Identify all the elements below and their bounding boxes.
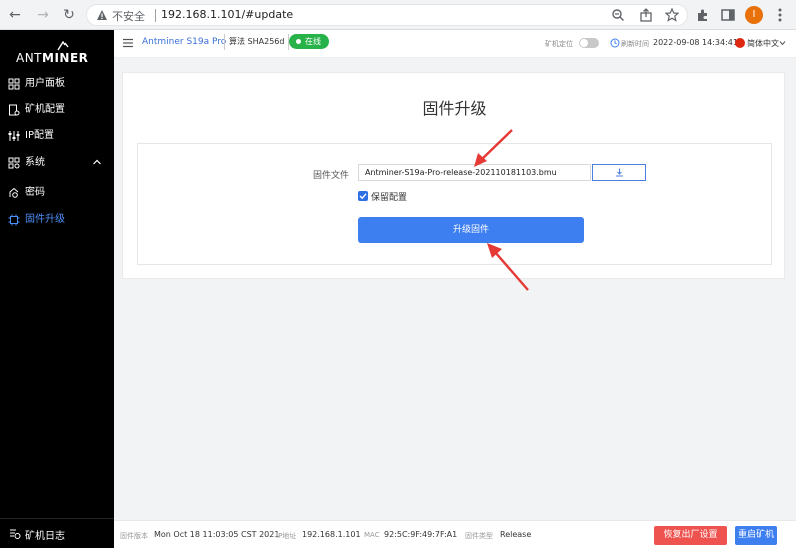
password-icon xyxy=(9,187,19,198)
firmware-version-label: 固件版本 xyxy=(120,532,148,540)
firmware-form: 固件文件 Antminer-S19a-Pro-release-202110181… xyxy=(137,143,772,265)
miner-config-icon xyxy=(9,104,20,116)
logo-prefix: ANT xyxy=(16,51,43,65)
refresh-label: 刷新时间 xyxy=(621,40,649,48)
page-title: 固件升级 xyxy=(422,99,487,118)
hamburger-menu-icon[interactable] xyxy=(122,37,134,49)
top-header: Antminer S19a Pro 算法 SHA256d 在线 矿机定位 刷新时… xyxy=(114,30,796,58)
ip-config-icon xyxy=(8,131,20,141)
url-text[interactable]: 192.168.1.101/#update xyxy=(161,8,293,21)
sidebar-item-firmware-upgrade[interactable]: 固件升级 xyxy=(0,209,114,231)
firmware-type-label: 固件类型 xyxy=(465,532,493,540)
ip-label: IP地址 xyxy=(276,532,297,540)
forward-icon[interactable]: → xyxy=(34,6,52,24)
sidebar-item-label: 系统 xyxy=(25,157,45,168)
system-icon xyxy=(8,157,20,169)
sidebar: ANTMINER 用户面板 矿机配置 IP配置 系统 密码 固件升级 矿机日志 xyxy=(0,30,114,548)
refresh-time: 2022-09-08 14:34:41 xyxy=(653,38,738,47)
factory-reset-button[interactable]: 恢复出厂设置 xyxy=(654,526,727,545)
divider xyxy=(155,9,156,22)
chevron-down-icon[interactable] xyxy=(779,40,786,46)
dashboard-icon xyxy=(8,78,20,90)
reboot-button[interactable]: 重启矿机 xyxy=(735,526,777,545)
more-menu-icon[interactable] xyxy=(772,7,788,23)
upgrade-firmware-button[interactable]: 升级固件 xyxy=(358,217,584,243)
sidebar-item-label: 固件升级 xyxy=(25,214,65,225)
sidebar-item-system[interactable]: 系统 xyxy=(0,152,114,174)
firmware-version-value: Mon Oct 18 11:03:05 CST 2021 xyxy=(154,530,280,539)
sidebar-item-label: 用户面板 xyxy=(25,78,65,89)
china-flag-icon xyxy=(735,38,745,48)
keep-settings-checkbox[interactable] xyxy=(358,191,368,201)
extensions-icon[interactable] xyxy=(695,7,711,23)
ip-value: 192.168.1.101 xyxy=(302,530,361,539)
logo-suffix: MINER xyxy=(42,51,89,65)
language-selector[interactable]: 简体中文 xyxy=(747,38,779,49)
refresh-icon[interactable] xyxy=(610,38,620,48)
status-footer: 固件版本 Mon Oct 18 11:03:05 CST 2021 IP地址 1… xyxy=(114,520,796,548)
firmware-file-label: 固件文件 xyxy=(313,171,350,181)
sidebar-item-label: 密码 xyxy=(25,187,45,198)
mac-label: MAC xyxy=(364,531,380,539)
locate-label: 矿机定位 xyxy=(545,40,573,48)
address-bar[interactable]: 不安全 192.168.1.101/#update xyxy=(86,4,688,26)
sidebar-item-miner-config[interactable]: 矿机配置 xyxy=(0,99,114,121)
logo-mark-icon xyxy=(57,41,69,51)
mac-value: 92:5C:9F:49:7F:A1 xyxy=(384,530,458,539)
browser-toolbar: ← → ↻ 不安全 192.168.1.101/#update I xyxy=(0,0,796,30)
main-content: 固件升级 固件文件 Antminer-S19a-Pro-release-2021… xyxy=(114,58,796,520)
keep-settings-label[interactable]: 保留配置 xyxy=(371,190,407,203)
side-panel-icon[interactable] xyxy=(720,7,736,23)
checkmark-icon xyxy=(359,193,367,200)
antminer-logo: ANTMINER xyxy=(16,41,108,66)
sidebar-item-label: IP配置 xyxy=(25,130,54,141)
algorithm-badge: 算法 SHA256d xyxy=(224,34,290,50)
reload-icon[interactable]: ↻ xyxy=(60,6,78,24)
annotation-arrow-top xyxy=(474,129,513,167)
sidebar-item-miner-log[interactable]: 矿机日志 xyxy=(0,518,114,548)
chevron-up-icon[interactable] xyxy=(92,157,102,167)
firmware-type-value: Release xyxy=(500,530,532,539)
warning-icon xyxy=(97,10,107,20)
firmware-icon xyxy=(8,214,20,226)
annotation-arrow-bottom xyxy=(487,243,529,291)
sidebar-item-password[interactable]: 密码 xyxy=(0,182,114,204)
bookmark-star-icon[interactable] xyxy=(665,8,679,22)
profile-avatar[interactable]: I xyxy=(745,6,763,24)
insecure-label: 不安全 xyxy=(112,10,145,23)
firmware-card: 固件升级 固件文件 Antminer-S19a-Pro-release-2021… xyxy=(122,72,785,279)
upload-icon xyxy=(616,168,623,177)
share-icon[interactable] xyxy=(639,8,653,22)
zoom-icon[interactable] xyxy=(611,8,625,22)
sidebar-item-ip-config[interactable]: IP配置 xyxy=(0,125,114,147)
sidebar-footer-label: 矿机日志 xyxy=(25,531,65,542)
log-icon xyxy=(10,529,21,539)
status-badge: 在线 xyxy=(289,34,329,49)
sidebar-item-label: 矿机配置 xyxy=(25,104,65,115)
upload-file-button[interactable] xyxy=(592,164,646,181)
sidebar-item-dashboard[interactable]: 用户面板 xyxy=(0,73,114,95)
back-icon[interactable]: ← xyxy=(6,6,24,24)
miner-model: Antminer S19a Pro xyxy=(142,37,227,47)
locate-toggle[interactable] xyxy=(579,38,599,48)
